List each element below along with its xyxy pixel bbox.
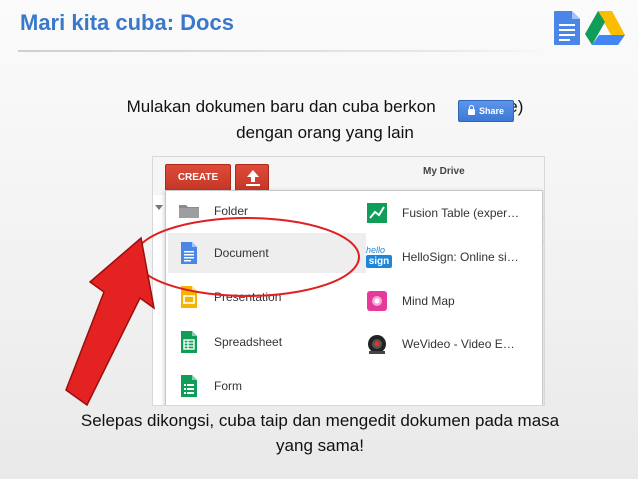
fusion-table-icon — [367, 203, 387, 223]
my-drive-label: My Drive — [423, 166, 465, 177]
menu-item-wevideo[interactable]: WeVideo - Video E… — [366, 324, 541, 364]
create-menu: Folder Document Presentation Spreadsheet… — [165, 190, 543, 405]
menu-item-mind-map[interactable]: Mind Map — [366, 281, 541, 321]
menu-item-label: Presentation — [214, 290, 282, 304]
upload-button[interactable] — [235, 164, 269, 191]
google-drive-logo — [585, 11, 625, 45]
menu-item-document[interactable]: Document — [168, 233, 366, 273]
form-icon — [181, 375, 197, 397]
menu-item-label: Folder — [214, 204, 249, 218]
presentation-icon — [181, 286, 197, 308]
menu-item-label: Form — [214, 379, 242, 393]
mind-map-icon — [367, 291, 387, 311]
menu-item-presentation[interactable]: Presentation — [178, 277, 348, 317]
menu-item-label: HelloSign: Online si… — [402, 250, 519, 264]
caption-line-1: Selepas dikongsi, cuba taip dan mengedit… — [80, 411, 560, 430]
caret-down-icon — [155, 205, 163, 210]
menu-item-label: Mind Map — [402, 294, 455, 308]
instruction-line-1: Mulakan dokumen baru dan cuba berkon — [126, 97, 436, 116]
share-button-label: Share — [478, 106, 504, 116]
hellosign-icon-text: hello — [366, 245, 386, 255]
caption-text: Selepas dikongsi, cuba taip dan mengedit… — [10, 408, 630, 458]
menu-item-hellosign[interactable]: hello sign HelloSign: Online si… — [366, 237, 541, 277]
folder-icon — [179, 205, 199, 218]
spreadsheet-icon — [181, 331, 197, 353]
menu-item-fusion-table[interactable]: Fusion Table (exper… — [366, 193, 541, 233]
share-button[interactable]: Share — [458, 100, 514, 122]
caption-line-2: yang sama! — [276, 436, 364, 455]
instruction-line-2: dengan orang yang lain — [236, 123, 414, 142]
upload-icon — [246, 170, 260, 186]
google-docs-logo — [554, 11, 580, 45]
hellosign-icon-text: sign — [366, 255, 392, 268]
create-button[interactable]: CREATE — [165, 164, 231, 191]
menu-item-label: Document — [214, 246, 269, 260]
hellosign-icon: hello sign — [366, 245, 392, 269]
lock-icon — [467, 105, 475, 115]
wevideo-icon — [368, 335, 386, 354]
menu-item-form[interactable]: Form — [178, 366, 348, 405]
slide-title: Mari kita cuba: Docs — [20, 10, 234, 35]
menu-item-spreadsheet[interactable]: Spreadsheet — [178, 322, 348, 362]
red-arrow-icon — [65, 236, 156, 407]
slide: Mari kita cuba: Docs Mulakan dokumen bar… — [0, 0, 638, 479]
menu-item-label: WeVideo - Video E… — [402, 337, 515, 351]
menu-item-folder[interactable]: Folder — [178, 191, 348, 231]
title-divider — [18, 50, 548, 52]
drive-screenshot: CREATE My Drive Folder Document Presenta… — [152, 156, 545, 406]
menu-item-label: Fusion Table (exper… — [402, 206, 520, 220]
menu-item-label: Spreadsheet — [214, 335, 283, 349]
document-icon — [181, 242, 197, 264]
